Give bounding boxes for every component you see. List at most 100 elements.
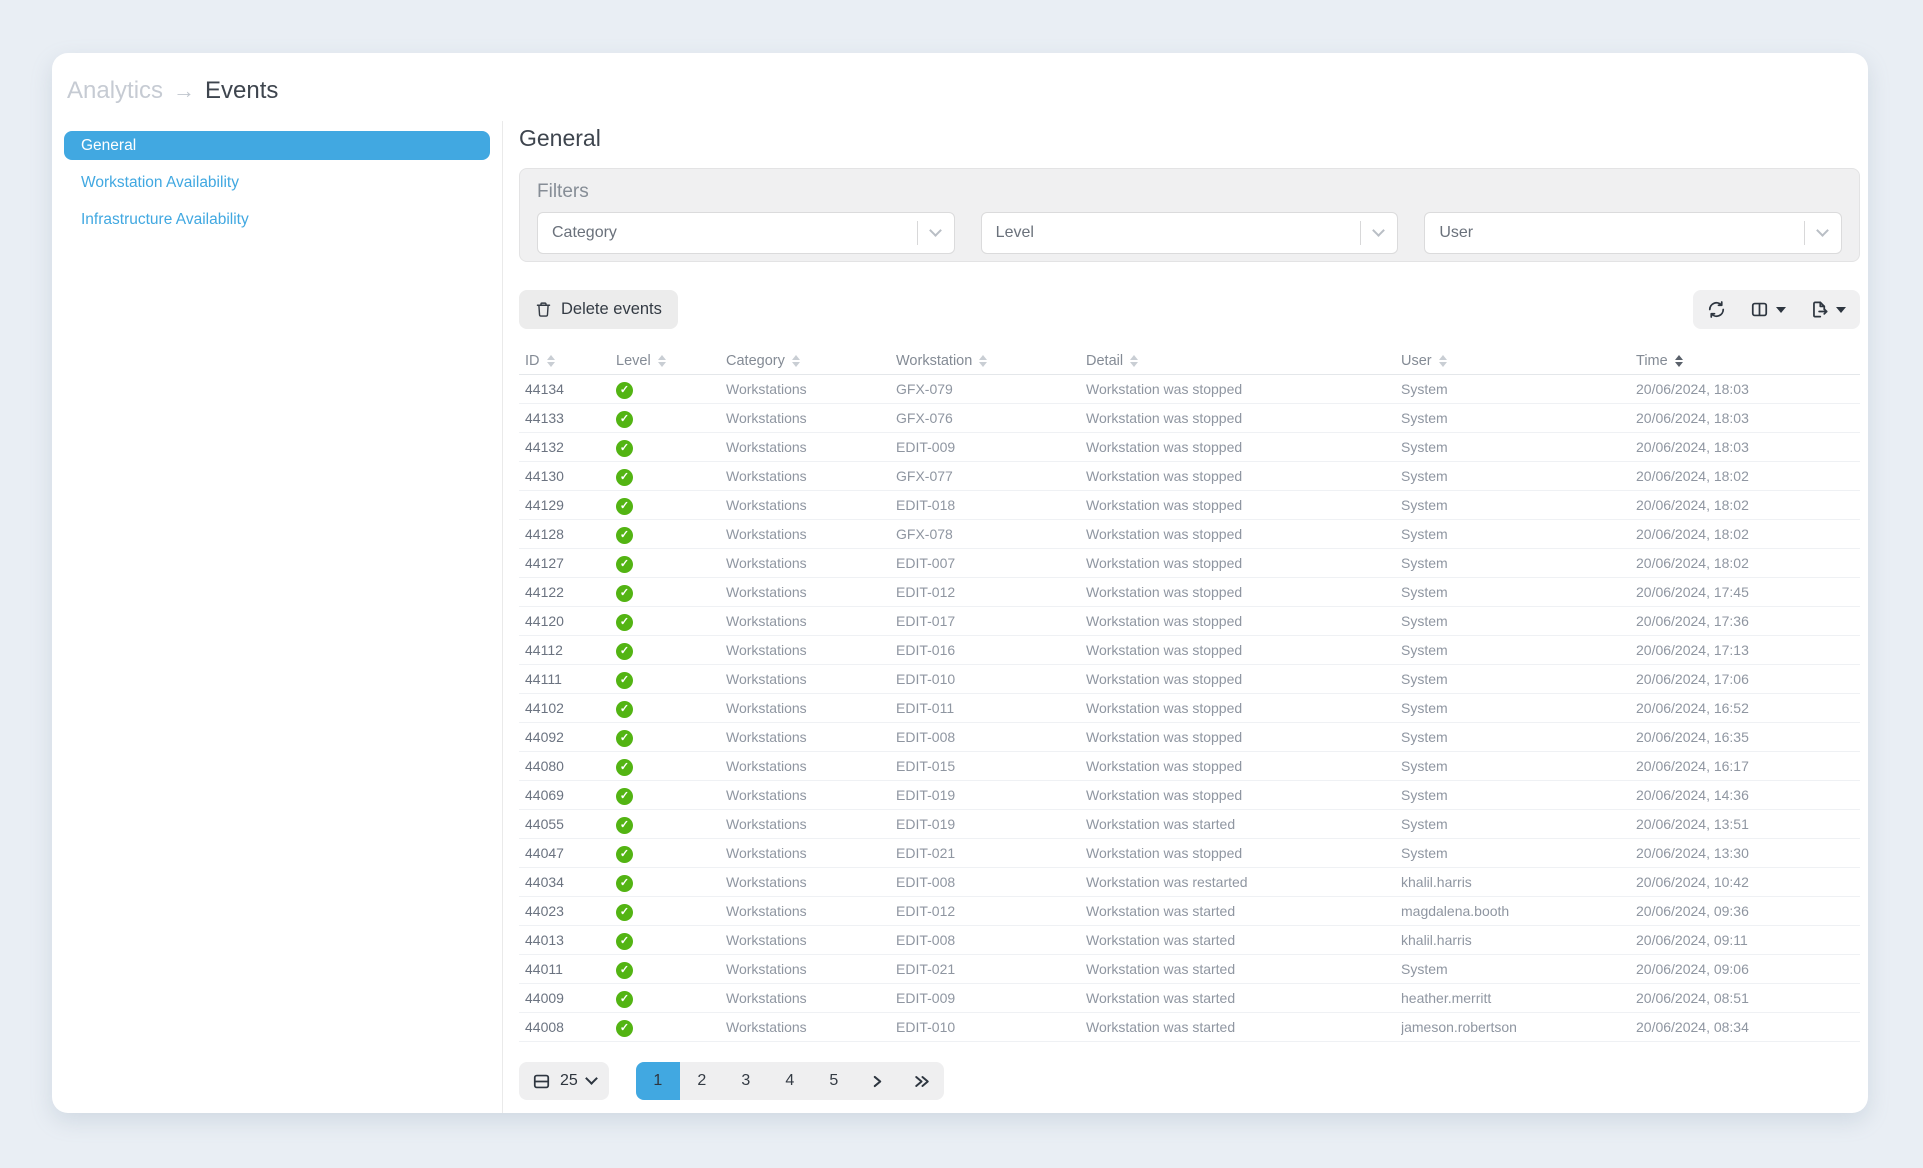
cell-time: 20/06/2024, 08:34: [1636, 1019, 1860, 1035]
column-header-id[interactable]: ID: [519, 353, 616, 369]
column-header-detail[interactable]: Detail: [1086, 353, 1401, 369]
cell-time: 20/06/2024, 18:03: [1636, 410, 1860, 426]
table-row: 44132 ✓ Workstations EDIT-009 Workstatio…: [519, 433, 1860, 462]
cell-category: Workstations: [726, 758, 896, 774]
export-button[interactable]: [1810, 300, 1846, 319]
columns-button[interactable]: [1750, 300, 1786, 319]
column-header-time[interactable]: Time: [1636, 353, 1860, 369]
cell-workstation: EDIT-021: [896, 961, 1086, 977]
cell-level: ✓: [616, 844, 726, 863]
cell-user: System: [1401, 497, 1636, 513]
cell-workstation: EDIT-018: [896, 497, 1086, 513]
cell-workstation: EDIT-015: [896, 758, 1086, 774]
success-check-icon: ✓: [616, 643, 633, 660]
success-check-icon: ✓: [616, 933, 633, 950]
cell-level: ✓: [616, 757, 726, 776]
cell-user: System: [1401, 584, 1636, 600]
cell-level: ✓: [616, 728, 726, 747]
cell-detail: Workstation was stopped: [1086, 526, 1401, 542]
cell-level: ✓: [616, 699, 726, 718]
success-check-icon: ✓: [616, 585, 633, 602]
breadcrumb-analytics[interactable]: Analytics: [67, 77, 163, 105]
cell-id: 44129: [519, 497, 616, 513]
breadcrumb-events: Events: [205, 77, 278, 105]
cell-workstation: EDIT-007: [896, 555, 1086, 571]
page-title: General: [519, 125, 1860, 152]
user-filter-placeholder: User: [1439, 224, 1804, 242]
cell-detail: Workstation was started: [1086, 932, 1401, 948]
level-filter-select[interactable]: Level: [981, 212, 1399, 254]
column-header-category[interactable]: Category: [726, 353, 896, 369]
cell-detail: Workstation was stopped: [1086, 845, 1401, 861]
success-check-icon: ✓: [616, 556, 633, 573]
cell-category: Workstations: [726, 410, 896, 426]
cell-id: 44133: [519, 410, 616, 426]
cell-time: 20/06/2024, 14:36: [1636, 787, 1860, 803]
cell-level: ✓: [616, 438, 726, 457]
delete-events-button[interactable]: Delete events: [519, 290, 678, 329]
category-filter-select[interactable]: Category: [537, 212, 955, 254]
cell-category: Workstations: [726, 497, 896, 513]
cell-workstation: EDIT-011: [896, 700, 1086, 716]
cell-detail: Workstation was stopped: [1086, 381, 1401, 397]
page-size-select[interactable]: 25: [519, 1062, 609, 1100]
table-row: 44023 ✓ Workstations EDIT-012 Workstatio…: [519, 897, 1860, 926]
pagination-pages: 1 2 3 4 5: [636, 1062, 944, 1100]
cell-workstation: GFX-078: [896, 526, 1086, 542]
cell-detail: Workstation was stopped: [1086, 758, 1401, 774]
column-header-level[interactable]: Level: [616, 353, 726, 369]
table-header-row: ID Level Category Workstation: [519, 347, 1860, 375]
page-button-1[interactable]: 1: [636, 1062, 680, 1100]
cell-time: 20/06/2024, 13:30: [1636, 845, 1860, 861]
cell-detail: Workstation was stopped: [1086, 787, 1401, 803]
page-button-5[interactable]: 5: [812, 1062, 856, 1100]
cell-user: System: [1401, 758, 1636, 774]
user-filter-select[interactable]: User: [1424, 212, 1842, 254]
cell-detail: Workstation was restarted: [1086, 874, 1401, 890]
sidebar-item-general[interactable]: General: [64, 131, 490, 160]
cell-time: 20/06/2024, 17:06: [1636, 671, 1860, 687]
level-filter-placeholder: Level: [996, 224, 1361, 242]
cell-workstation: EDIT-016: [896, 642, 1086, 658]
success-check-icon: ✓: [616, 672, 633, 689]
chevron-down-icon: [1372, 224, 1385, 237]
cell-workstation: EDIT-009: [896, 439, 1086, 455]
cell-detail: Workstation was stopped: [1086, 410, 1401, 426]
cell-category: Workstations: [726, 1019, 896, 1035]
main-panel: General Filters Category Level U: [503, 121, 1868, 1113]
page-button-4[interactable]: 4: [768, 1062, 812, 1100]
columns-icon: [1750, 300, 1769, 319]
cell-detail: Workstation was stopped: [1086, 729, 1401, 745]
table-row: 44080 ✓ Workstations EDIT-015 Workstatio…: [519, 752, 1860, 781]
column-header-user[interactable]: User: [1401, 353, 1636, 369]
cell-workstation: EDIT-017: [896, 613, 1086, 629]
table-body: 44134 ✓ Workstations GFX-079 Workstation…: [519, 375, 1860, 1042]
cell-time: 20/06/2024, 16:17: [1636, 758, 1860, 774]
cell-time: 20/06/2024, 09:11: [1636, 932, 1860, 948]
cell-detail: Workstation was started: [1086, 1019, 1401, 1035]
cell-workstation: EDIT-010: [896, 671, 1086, 687]
cell-category: Workstations: [726, 787, 896, 803]
delete-events-label: Delete events: [561, 300, 662, 319]
cell-level: ✓: [616, 525, 726, 544]
cell-user: System: [1401, 439, 1636, 455]
refresh-button[interactable]: [1707, 300, 1726, 319]
cell-level: ✓: [616, 612, 726, 631]
table-row: 44112 ✓ Workstations EDIT-016 Workstatio…: [519, 636, 1860, 665]
cell-user: System: [1401, 700, 1636, 716]
table-row: 44127 ✓ Workstations EDIT-007 Workstatio…: [519, 549, 1860, 578]
chevron-down-icon: [929, 224, 942, 237]
column-header-workstation[interactable]: Workstation: [896, 353, 1086, 369]
sidebar-item-infrastructure-availability[interactable]: Infrastructure Availability: [64, 205, 490, 234]
last-page-button[interactable]: [900, 1062, 944, 1100]
sort-icon: [658, 355, 666, 367]
page-button-3[interactable]: 3: [724, 1062, 768, 1100]
table-row: 44013 ✓ Workstations EDIT-008 Workstatio…: [519, 926, 1860, 955]
page-button-2[interactable]: 2: [680, 1062, 724, 1100]
sidebar-item-workstation-availability[interactable]: Workstation Availability: [64, 168, 490, 197]
cell-detail: Workstation was started: [1086, 816, 1401, 832]
next-page-button[interactable]: [856, 1062, 900, 1100]
filters-fields: Category Level User: [537, 212, 1842, 254]
cell-user: System: [1401, 410, 1636, 426]
table-actions-group: [1693, 290, 1860, 329]
